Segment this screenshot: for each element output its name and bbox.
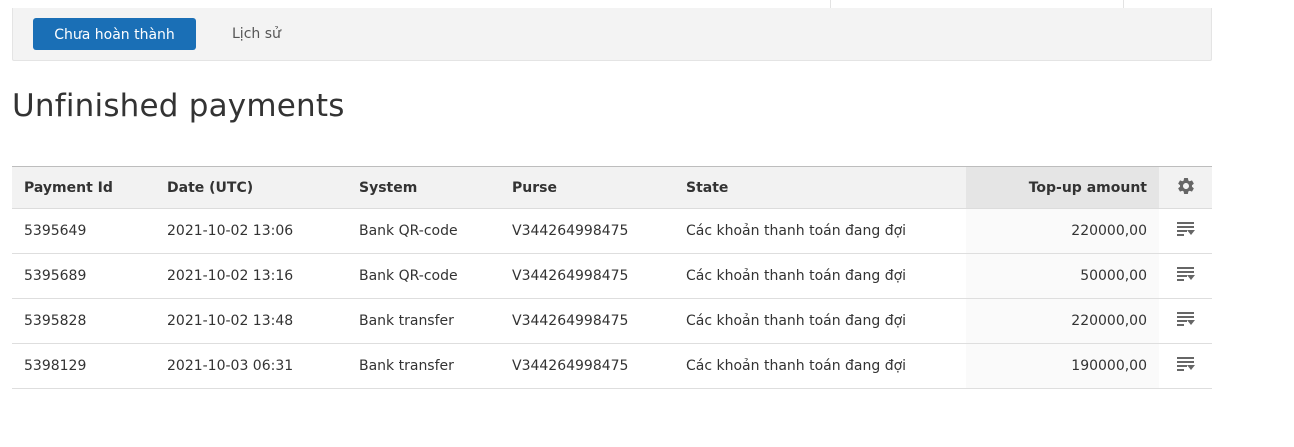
cell-purse: V344264998475 xyxy=(512,268,629,284)
cell-state: Các khoản thanh toán đang đợi xyxy=(686,223,907,239)
page-title: Unfinished payments xyxy=(12,88,345,124)
cell-purse: V344264998475 xyxy=(512,313,629,329)
table-row: 5395689 2021-10-02 13:16 Bank QR-code V3… xyxy=(12,253,1212,299)
table-row: 5395828 2021-10-02 13:48 Bank transfer V… xyxy=(12,298,1212,344)
cell-date: 2021-10-03 06:31 xyxy=(167,358,294,374)
list-dropdown-icon[interactable] xyxy=(1176,356,1196,376)
table-row: 5395649 2021-10-02 13:06 Bank QR-code V3… xyxy=(12,208,1212,254)
cell-purse: V344264998475 xyxy=(512,358,629,374)
payments-table: Payment Id Date (UTC) System Purse State… xyxy=(12,166,1212,389)
active-tab-edge xyxy=(830,0,1124,8)
header-date[interactable]: Date (UTC) xyxy=(155,166,347,209)
cell-date: 2021-10-02 13:16 xyxy=(167,268,294,284)
row-actions-button[interactable] xyxy=(1159,254,1212,299)
cell-system: Bank QR-code xyxy=(359,268,458,284)
tab-history[interactable]: Lịch sử xyxy=(232,18,281,50)
cell-purse: V344264998475 xyxy=(512,223,629,239)
row-actions-button[interactable] xyxy=(1159,299,1212,344)
header-system[interactable]: System xyxy=(347,166,500,209)
cell-state: Các khoản thanh toán đang đợi xyxy=(686,268,907,284)
list-dropdown-icon[interactable] xyxy=(1176,311,1196,331)
header-purse[interactable]: Purse xyxy=(500,166,674,209)
cell-payment-id: 5395649 xyxy=(24,223,87,239)
header-top-up-amount[interactable]: Top-up amount xyxy=(966,166,1159,209)
tab-unfinished[interactable]: Chưa hoàn thành xyxy=(33,18,196,50)
cell-system: Bank transfer xyxy=(359,358,454,374)
cell-state: Các khoản thanh toán đang đợi xyxy=(686,313,907,329)
cell-date: 2021-10-02 13:06 xyxy=(167,223,294,239)
table-row: 5398129 2021-10-03 06:31 Bank transfer V… xyxy=(12,343,1212,389)
row-actions-button[interactable] xyxy=(1159,344,1212,389)
cell-amount: 220000,00 xyxy=(966,298,1159,344)
cell-state: Các khoản thanh toán đang đợi xyxy=(686,358,907,374)
cell-payment-id: 5395689 xyxy=(24,268,87,284)
column-settings-button[interactable] xyxy=(1159,166,1212,209)
subnav-bar: Chưa hoàn thành Lịch sử xyxy=(12,8,1212,61)
cell-amount: 50000,00 xyxy=(966,253,1159,299)
cell-payment-id: 5395828 xyxy=(24,313,87,329)
list-dropdown-icon[interactable] xyxy=(1176,266,1196,286)
list-dropdown-icon[interactable] xyxy=(1176,221,1196,241)
cell-date: 2021-10-02 13:48 xyxy=(167,313,294,329)
cell-payment-id: 5398129 xyxy=(24,358,87,374)
table-header-row: Payment Id Date (UTC) System Purse State… xyxy=(12,166,1212,209)
cell-system: Bank QR-code xyxy=(359,223,458,239)
header-state[interactable]: State xyxy=(674,166,966,209)
row-actions-button[interactable] xyxy=(1159,209,1212,254)
cell-system: Bank transfer xyxy=(359,313,454,329)
gear-icon[interactable] xyxy=(1176,176,1196,200)
cell-amount: 190000,00 xyxy=(966,343,1159,389)
header-payment-id[interactable]: Payment Id xyxy=(12,166,155,209)
cell-amount: 220000,00 xyxy=(966,208,1159,254)
